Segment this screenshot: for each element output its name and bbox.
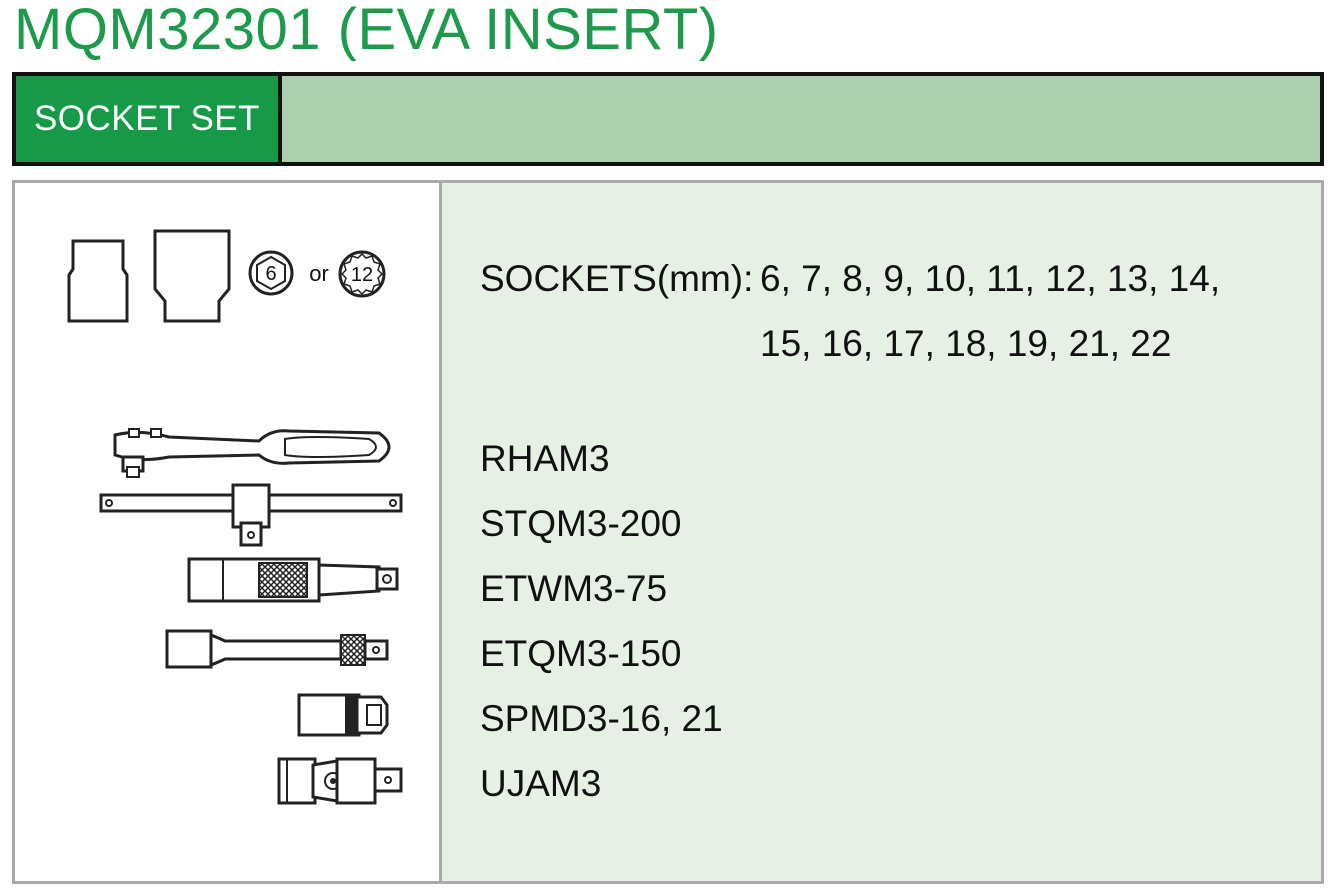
contents-table: 6 or 12 SOCKETS(mm): 6, 7, 8, 9, 10, 11,… <box>12 180 1324 884</box>
or-label: or <box>309 261 329 286</box>
sockets-label: SOCKETS(mm): <box>480 258 754 299</box>
socket-sizes-line-1: 6, 7, 8, 9, 10, 11, 12, 13, 14, <box>760 258 1221 299</box>
wobble-extension-icon <box>187 557 399 603</box>
item-code-ratchet: RHAM3 <box>480 438 610 479</box>
section-header-label: SOCKET SET <box>16 76 282 162</box>
socket-deep-icon <box>153 229 231 323</box>
or-label-icon: or <box>309 261 329 286</box>
sliding-t-bar-icon <box>99 483 403 547</box>
spark-plug-socket-icon <box>297 693 389 737</box>
socket-sizes-line-2: 15, 16, 17, 18, 19, 21, 22 <box>760 323 1172 364</box>
socket-shallow-icon <box>67 239 129 323</box>
extension-bar-icon <box>165 629 389 669</box>
item-code-spark-plug-socket: SPMD3-16, 21 <box>480 698 723 739</box>
universal-joint-icon <box>277 757 403 805</box>
item-code-extension-bar: ETQM3-150 <box>480 633 682 674</box>
description-column: SOCKETS(mm): 6, 7, 8, 9, 10, 11, 12, 13,… <box>442 183 1321 881</box>
section-header-bar: SOCKET SET <box>12 72 1324 166</box>
hex-6-point-icon: 6 <box>248 250 294 296</box>
page-title: MQM32301 (EVA INSERT) <box>14 0 719 62</box>
hex-12-point-icon: 12 <box>338 250 386 298</box>
item-code-universal-joint: UJAM3 <box>480 763 602 804</box>
hex-6-label: 6 <box>265 263 276 285</box>
illustration-column: 6 or 12 <box>15 183 442 881</box>
ratchet-handle-icon <box>113 428 391 478</box>
item-code-t-bar: STQM3-200 <box>480 503 682 544</box>
item-code-wobble-extension: ETWM3-75 <box>480 568 668 609</box>
hex-12-label: 12 <box>351 264 373 286</box>
